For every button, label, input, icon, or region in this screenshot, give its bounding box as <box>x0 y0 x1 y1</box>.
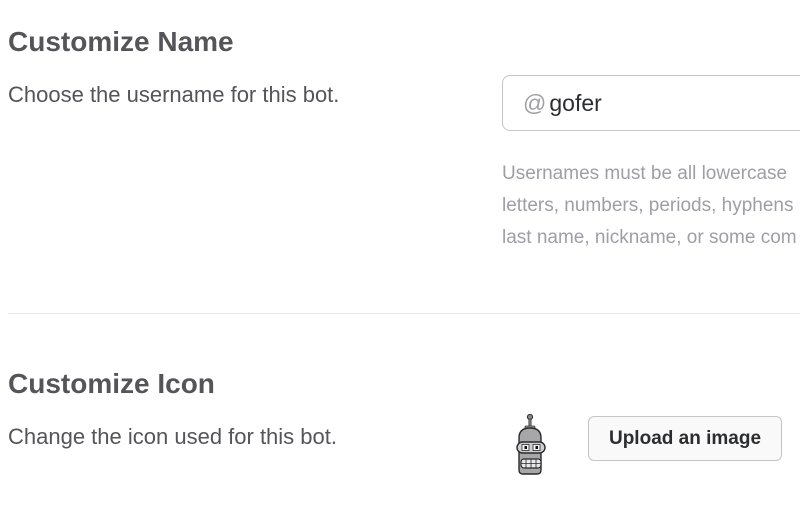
username-help-text: Usernames must be all lowercase letters,… <box>502 158 800 254</box>
username-input[interactable] <box>549 89 800 117</box>
section-divider <box>8 313 800 314</box>
customize-name-title: Customize Name <box>8 26 234 57</box>
at-prefix: @ <box>523 89 547 116</box>
customize-icon-description: Change the icon used for this bot. <box>8 424 337 449</box>
customize-name-description: Choose the username for this bot. <box>8 82 340 107</box>
robot-bender-icon <box>510 413 550 476</box>
help-line-3: last name, nickname, or some com <box>502 227 797 248</box>
customize-icon-title: Customize Icon <box>8 368 215 399</box>
username-field[interactable]: @ <box>502 75 800 131</box>
upload-image-button[interactable]: Upload an image <box>588 416 782 461</box>
help-line-1: Usernames must be all lowercase <box>502 163 788 184</box>
help-line-2: letters, numbers, periods, hyphens <box>502 195 794 216</box>
